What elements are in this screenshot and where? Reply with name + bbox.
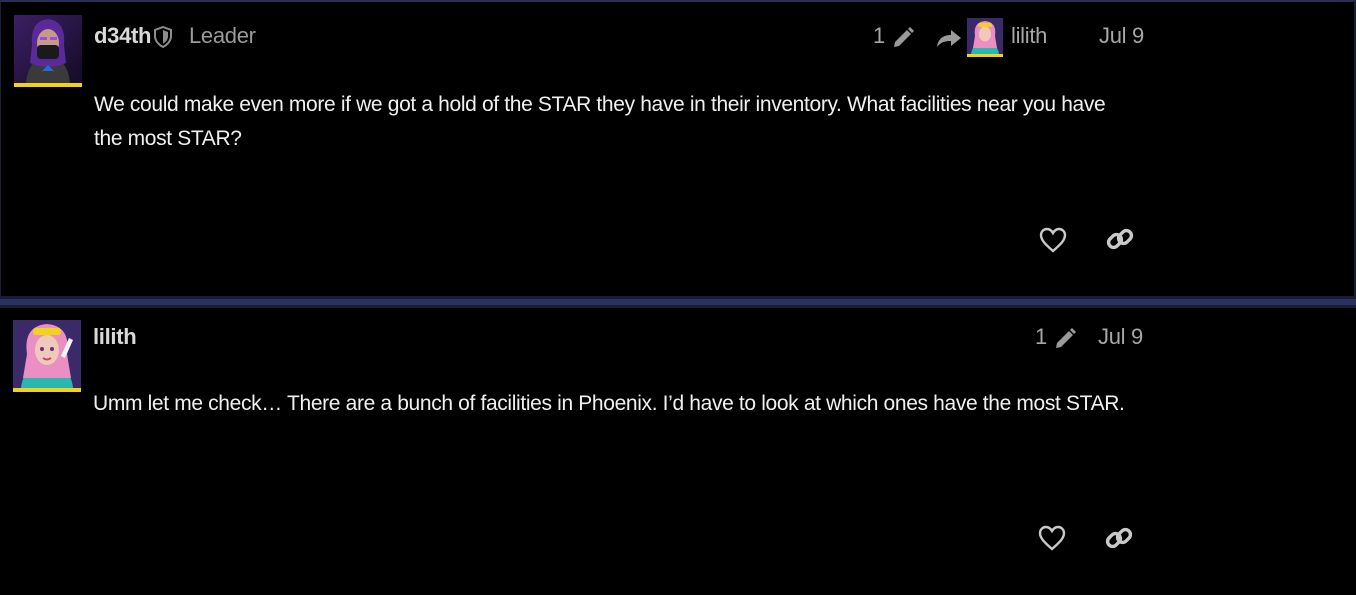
edit-count[interactable]: 1 [1035, 324, 1047, 350]
avatar[interactable] [14, 15, 82, 87]
avatar[interactable] [13, 320, 81, 392]
username[interactable]: lilith [93, 324, 137, 350]
username[interactable]: d34th [94, 23, 151, 49]
post-date[interactable]: Jul 9 [1099, 23, 1144, 49]
pencil-icon[interactable] [1052, 326, 1078, 352]
post-d34th: d34th Leader 1 lilith Jul 9 We could mak… [0, 0, 1356, 296]
post-body: We could make even more if we got a hold… [94, 93, 1106, 150]
link-icon[interactable] [1104, 523, 1134, 553]
post-lilith: lilith 1 Jul 9 Umm let me check… There a… [0, 308, 1356, 595]
heart-icon[interactable] [1038, 226, 1068, 254]
post-date[interactable]: Jul 9 [1098, 324, 1143, 350]
post-divider [0, 296, 1356, 308]
heart-icon[interactable] [1037, 524, 1067, 552]
link-icon[interactable] [1105, 224, 1135, 254]
user-title: Leader [189, 23, 256, 48]
pencil-icon[interactable] [890, 25, 916, 51]
reply-arrow-icon[interactable] [935, 27, 963, 49]
post-body: Umm let me check… There are a bunch of f… [93, 392, 1125, 415]
shield-icon [154, 26, 172, 48]
reply-to-avatar[interactable] [967, 18, 1003, 57]
edit-count[interactable]: 1 [873, 23, 885, 49]
reply-to-username[interactable]: lilith [1011, 23, 1047, 49]
